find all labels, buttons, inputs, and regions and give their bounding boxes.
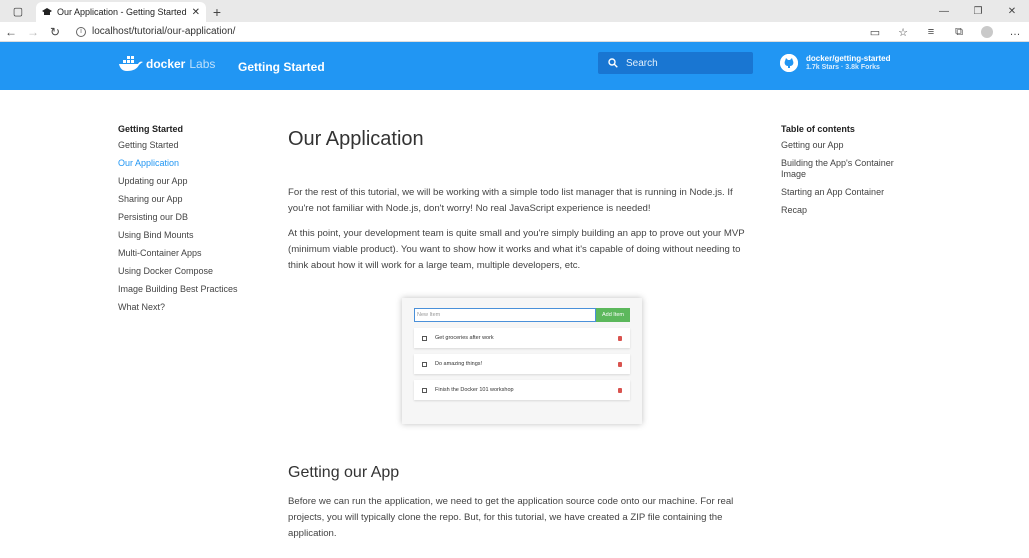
site-title[interactable]: Getting Started [238,60,325,74]
window-controls: — ❐ ✕ [927,0,1029,22]
new-tab-icon[interactable]: + [206,2,228,22]
browser-tab-bar: ▢ Our Application - Getting Started ✕ + … [0,0,1029,22]
url-text: localhost/tutorial/our-application/ [92,26,236,37]
search-input[interactable]: Search [598,52,753,74]
logo-text: docker [146,57,186,71]
nav-item-persisting-our-db[interactable]: Persisting our DB [118,211,268,229]
nav-item-updating-our-app[interactable]: Updating our App [118,175,268,193]
repo-name: docker/getting-started [806,54,891,63]
github-icon [780,54,798,72]
favorites-list-icon[interactable]: ≡ [917,26,945,38]
mvp-paragraph: At this point, your development team is … [288,228,745,271]
tab-actions-icon[interactable]: ▢ [0,0,36,22]
search-icon [608,58,618,68]
nav-item-multi-container-apps[interactable]: Multi-Container Apps [118,247,268,265]
more-options-icon[interactable]: … [1001,26,1029,38]
section-heading-getting-our-app: Getting our App [288,464,400,481]
todo-item-text: Do amazing things! [435,361,483,367]
back-icon[interactable]: ← [0,22,22,42]
new-item-input: New Item [414,308,596,322]
add-item-button: Add Item [596,308,630,322]
todo-item: Finish the Docker 101 workshop [414,380,630,400]
reload-icon[interactable]: ↻ [44,22,66,42]
todo-item-text: Finish the Docker 101 workshop [435,387,514,393]
toc-item-building-container-image[interactable]: Building the App's Container Image [781,158,921,180]
todo-item: Do amazing things! [414,354,630,374]
new-item-row: New Item Add Item [414,308,630,322]
checkbox-icon [422,335,427,341]
intro-paragraph: For the rest of this tutorial, we will b… [288,187,733,214]
trash-icon [618,335,622,341]
browser-tab[interactable]: Our Application - Getting Started ✕ [36,2,206,22]
search-placeholder: Search [626,57,658,69]
page-title: Our Application [288,128,424,150]
nav-item-what-next[interactable]: What Next? [118,301,268,319]
forward-icon[interactable]: → [22,22,44,42]
repo-link[interactable]: docker/getting-started 1.7k Stars · 3.8k… [780,54,890,72]
checkbox-icon [422,361,427,367]
todo-item-text: Get groceries after work [435,335,494,341]
minimize-icon[interactable]: — [927,0,961,22]
tab-title: Our Application - Getting Started [57,7,187,17]
nav-item-sharing-our-app[interactable]: Sharing our App [118,193,268,211]
favorite-icon[interactable]: ☆ [889,26,917,39]
checkbox-icon [422,387,427,393]
url-field[interactable]: i localhost/tutorial/our-application/ [76,26,235,37]
todo-item: Get groceries after work [414,328,630,348]
toc-heading: Table of contents [781,124,855,134]
nav-item-our-application[interactable]: Our Application [118,157,268,175]
graduation-cap-icon [42,8,52,15]
nav-item-getting-started[interactable]: Getting Started [118,139,268,157]
nav-item-using-docker-compose[interactable]: Using Docker Compose [118,265,268,283]
left-nav-heading: Getting Started [118,124,184,134]
toc-item-recap[interactable]: Recap [781,205,921,216]
table-of-contents: Table of contents Getting our App Buildi… [781,124,921,223]
docker-labs-logo[interactable]: docker Labs [118,56,215,72]
getting-app-paragraph: Before we can run the application, we ne… [288,496,734,539]
main-content: Our Application For the rest of this tut… [288,124,758,542]
restore-icon[interactable]: ❐ [961,0,995,22]
toc-item-getting-our-app[interactable]: Getting our App [781,140,921,151]
nav-item-using-bind-mounts[interactable]: Using Bind Mounts [118,229,268,247]
todo-app-screenshot: New Item Add Item Get groceries after wo… [402,298,642,424]
nav-item-image-building-best-practices[interactable]: Image Building Best Practices [118,283,268,301]
profile-avatar[interactable] [981,26,993,38]
collections-icon[interactable]: ⧉ [945,26,973,39]
toc-item-starting-app-container[interactable]: Starting an App Container [781,187,921,198]
site-header: docker Labs Getting Started Search docke… [0,42,1029,90]
logo-labs-text: Labs [189,57,216,71]
browser-toolbar: ▭ ☆ ≡ ⧉ … [861,22,1029,42]
docker-whale-icon [119,56,143,71]
trash-icon [618,387,622,393]
repo-stats: 1.7k Stars · 3.8k Forks [806,64,880,71]
close-tab-icon[interactable]: ✕ [192,7,200,18]
window-close-icon[interactable]: ✕ [995,0,1029,22]
reader-mode-icon[interactable]: ▭ [861,26,889,39]
address-bar: ← → ↻ i localhost/tutorial/our-applicati… [0,22,1029,42]
info-icon[interactable]: i [76,26,86,37]
trash-icon [618,361,622,367]
left-nav: Getting Started Getting Started Our Appl… [118,124,268,319]
